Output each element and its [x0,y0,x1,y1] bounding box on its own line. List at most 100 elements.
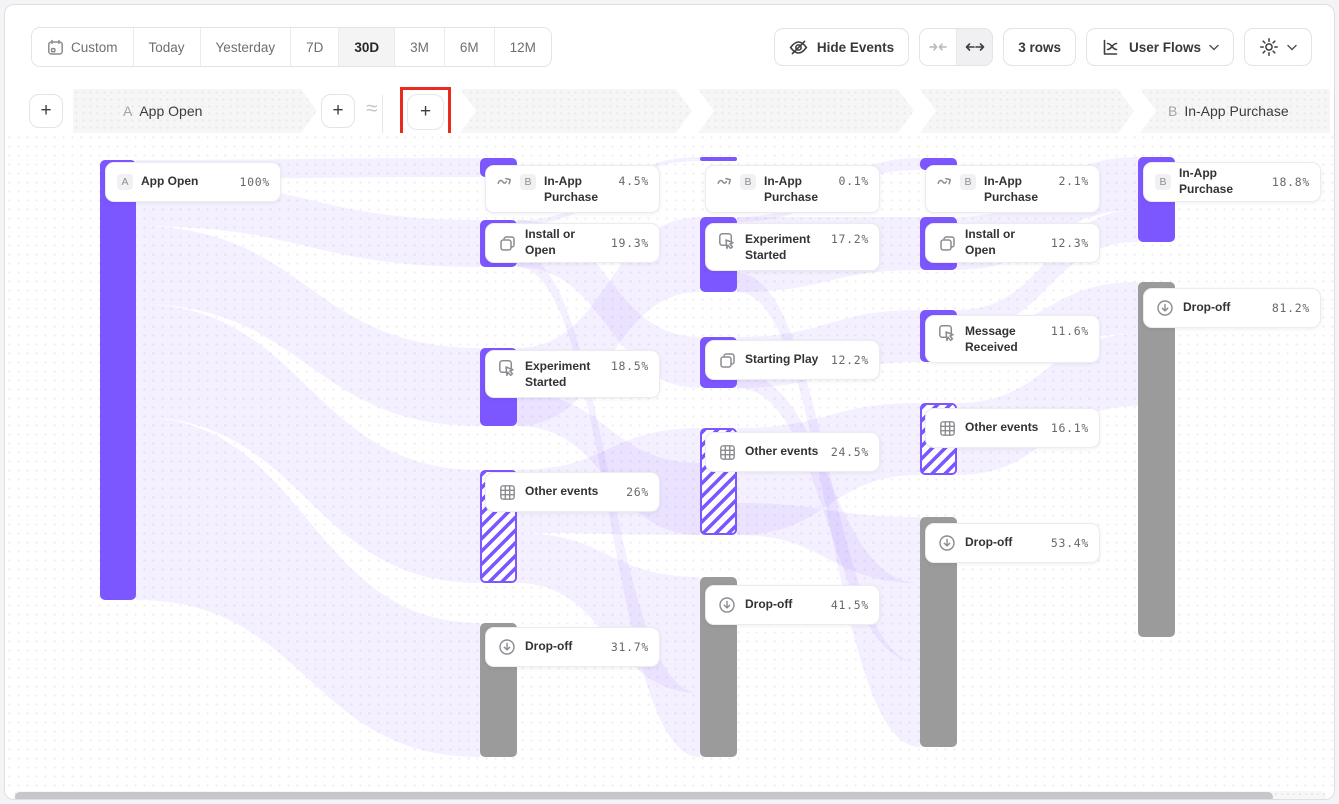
flow-ribbons [5,133,1335,789]
flow-node-card-experiment-started[interactable]: Experiment Started17.2% [705,223,880,271]
flow-band-3[interactable] [920,89,1134,133]
eye-off-icon [789,38,809,57]
event-name: In-App Purchase [984,174,1051,205]
flow-bar-drop-off[interactable] [1138,282,1175,637]
flow-node-card-experiment-started[interactable]: Experiment Started18.5% [485,350,660,398]
flows-canvas: AApp Open100%BIn-App Purchase4.5%Install… [5,133,1335,789]
date-range-12m[interactable]: 12M [495,28,551,66]
date-range-label: 12M [510,40,536,55]
toolbar: Custom Today Yesterday 7D 30D 3M 6M 12M Hide Ev… [31,27,1312,67]
add-step-before-button[interactable]: + [29,94,63,128]
event-percent: 31.7% [611,640,649,654]
flow-node-card-in-app-purchase[interactable]: B In-App Purchase 2.1% [925,165,1100,213]
event-letter-badge: B [960,174,976,190]
event-name: Drop-off [1183,300,1264,316]
chevron-down-icon [1287,44,1297,51]
event-name: App Open [141,174,232,190]
event-name: Install or Open [525,227,603,258]
flow-node-card-other-events[interactable]: Other events16.1% [925,408,1100,448]
event-letter-badge: A [117,174,133,190]
event-percent: 26% [626,485,649,499]
flow-node-card-in-app-purchase[interactable]: BIn-App Purchase0.1% [705,165,880,213]
event-percent: 11.6% [1051,324,1089,338]
flow-node-card-drop-off[interactable]: Drop-off41.5% [705,585,880,625]
event-name: In-App Purchase [1179,166,1264,197]
flow-node-card-in-app-purchase[interactable]: BIn-App Purchase18.8% [1143,162,1321,202]
grid-icon [937,420,957,437]
settings-dropdown[interactable] [1244,28,1312,66]
squares-icon [497,235,517,252]
flow-node-card-app-open[interactable]: AApp Open100% [105,162,281,202]
date-range-label: 3M [410,40,429,55]
chart-type-dropdown[interactable]: User Flows [1086,28,1234,66]
step-b-label: In-App Purchase [1184,103,1288,119]
date-range-today[interactable]: Today [134,28,201,66]
step-header-row: + A App Open + ≈ + B In-App Purchase [5,89,1334,133]
highlight-box: + [400,87,451,136]
gear-icon [1259,37,1279,57]
collapse-columns-button[interactable] [920,29,956,65]
event-percent: 2.1% [1059,174,1089,188]
grid-icon [497,484,517,501]
event-letter-badge: B [740,174,756,190]
dropoff-icon [497,638,517,656]
flow-node-card-message-received[interactable]: Message Received11.6% [925,315,1100,363]
step-b-badge: B [1168,103,1177,119]
click-icon [497,359,517,377]
expand-columns-button[interactable] [956,29,992,65]
calendar-icon [47,39,64,56]
date-range-label: Custom [71,40,118,55]
date-range-3m[interactable]: 3M [395,28,445,66]
flow-node-card-in-app-purchase[interactable]: BIn-App Purchase4.5% [485,165,660,213]
date-range-label: 7D [306,40,323,55]
date-range-7d[interactable]: 7D [291,28,339,66]
add-step-button[interactable]: + [407,94,444,130]
date-range-picker: Custom Today Yesterday 7D 30D 3M 6M 12M [31,27,552,67]
flow-node-card-drop-off[interactable]: Drop-off53.4% [925,523,1100,563]
flow-node-card-drop-off[interactable]: Drop-off81.2% [1143,288,1321,328]
squares-icon [937,235,957,252]
event-percent: 4.5% [619,174,649,188]
flows-chart-icon [1101,38,1121,57]
event-percent: 24.5% [831,445,869,459]
dropoff-icon [1155,299,1175,317]
flow-node-card-other-events[interactable]: Other events24.5% [705,432,880,472]
date-range-label: Yesterday [216,40,276,55]
rows-label: 3 rows [1018,40,1061,55]
date-range-custom[interactable]: Custom [32,28,134,66]
date-range-label: 6M [460,40,479,55]
step-a-badge: A [123,103,132,119]
date-range-6m[interactable]: 6M [445,28,495,66]
event-percent: 12.2% [831,353,869,367]
flow-node-card-starting-play[interactable]: Starting Play12.2% [705,340,880,380]
chart-type-label: User Flows [1129,40,1201,55]
rows-button[interactable]: 3 rows [1003,28,1076,66]
trend-icon [717,174,732,188]
event-percent: 0.1% [839,174,869,188]
click-icon [937,324,957,342]
step-b-band[interactable]: B In-App Purchase [1140,89,1330,133]
flow-band-1[interactable] [460,89,692,133]
event-percent: 19.3% [611,236,649,250]
step-a-label: App Open [139,103,202,119]
flow-node-card-install-or-open[interactable]: Install or Open 19.3% [485,223,660,263]
approx-symbol: ≈ [366,97,378,121]
hide-events-button[interactable]: Hide Events [774,28,909,66]
add-step-after-a-button[interactable]: + [321,94,355,128]
event-name: Drop-off [745,597,823,613]
date-range-yesterday[interactable]: Yesterday [201,28,292,66]
toolbar-right: Hide Events 3 rows User Flows [774,28,1312,66]
event-percent: 12.3% [1051,236,1089,250]
event-percent: 18.8% [1272,175,1310,189]
flow-bar-app-open[interactable] [100,160,136,600]
event-percent: 17.2% [831,232,869,246]
flow-node-card-install-or-open[interactable]: Install or Open12.3% [925,223,1100,263]
flow-node-card-other-events[interactable]: Other events26% [485,472,660,512]
flow-node-card-drop-off[interactable]: Drop-off31.7% [485,627,660,667]
flow-band-2[interactable] [698,89,914,133]
click-icon [717,232,737,250]
date-range-30d[interactable]: 30D [339,28,395,66]
flow-bar-in-app-purchase[interactable] [700,157,737,161]
horizontal-scrollbar-thumb[interactable] [15,792,1273,800]
step-a-band[interactable]: A App Open [73,89,317,133]
